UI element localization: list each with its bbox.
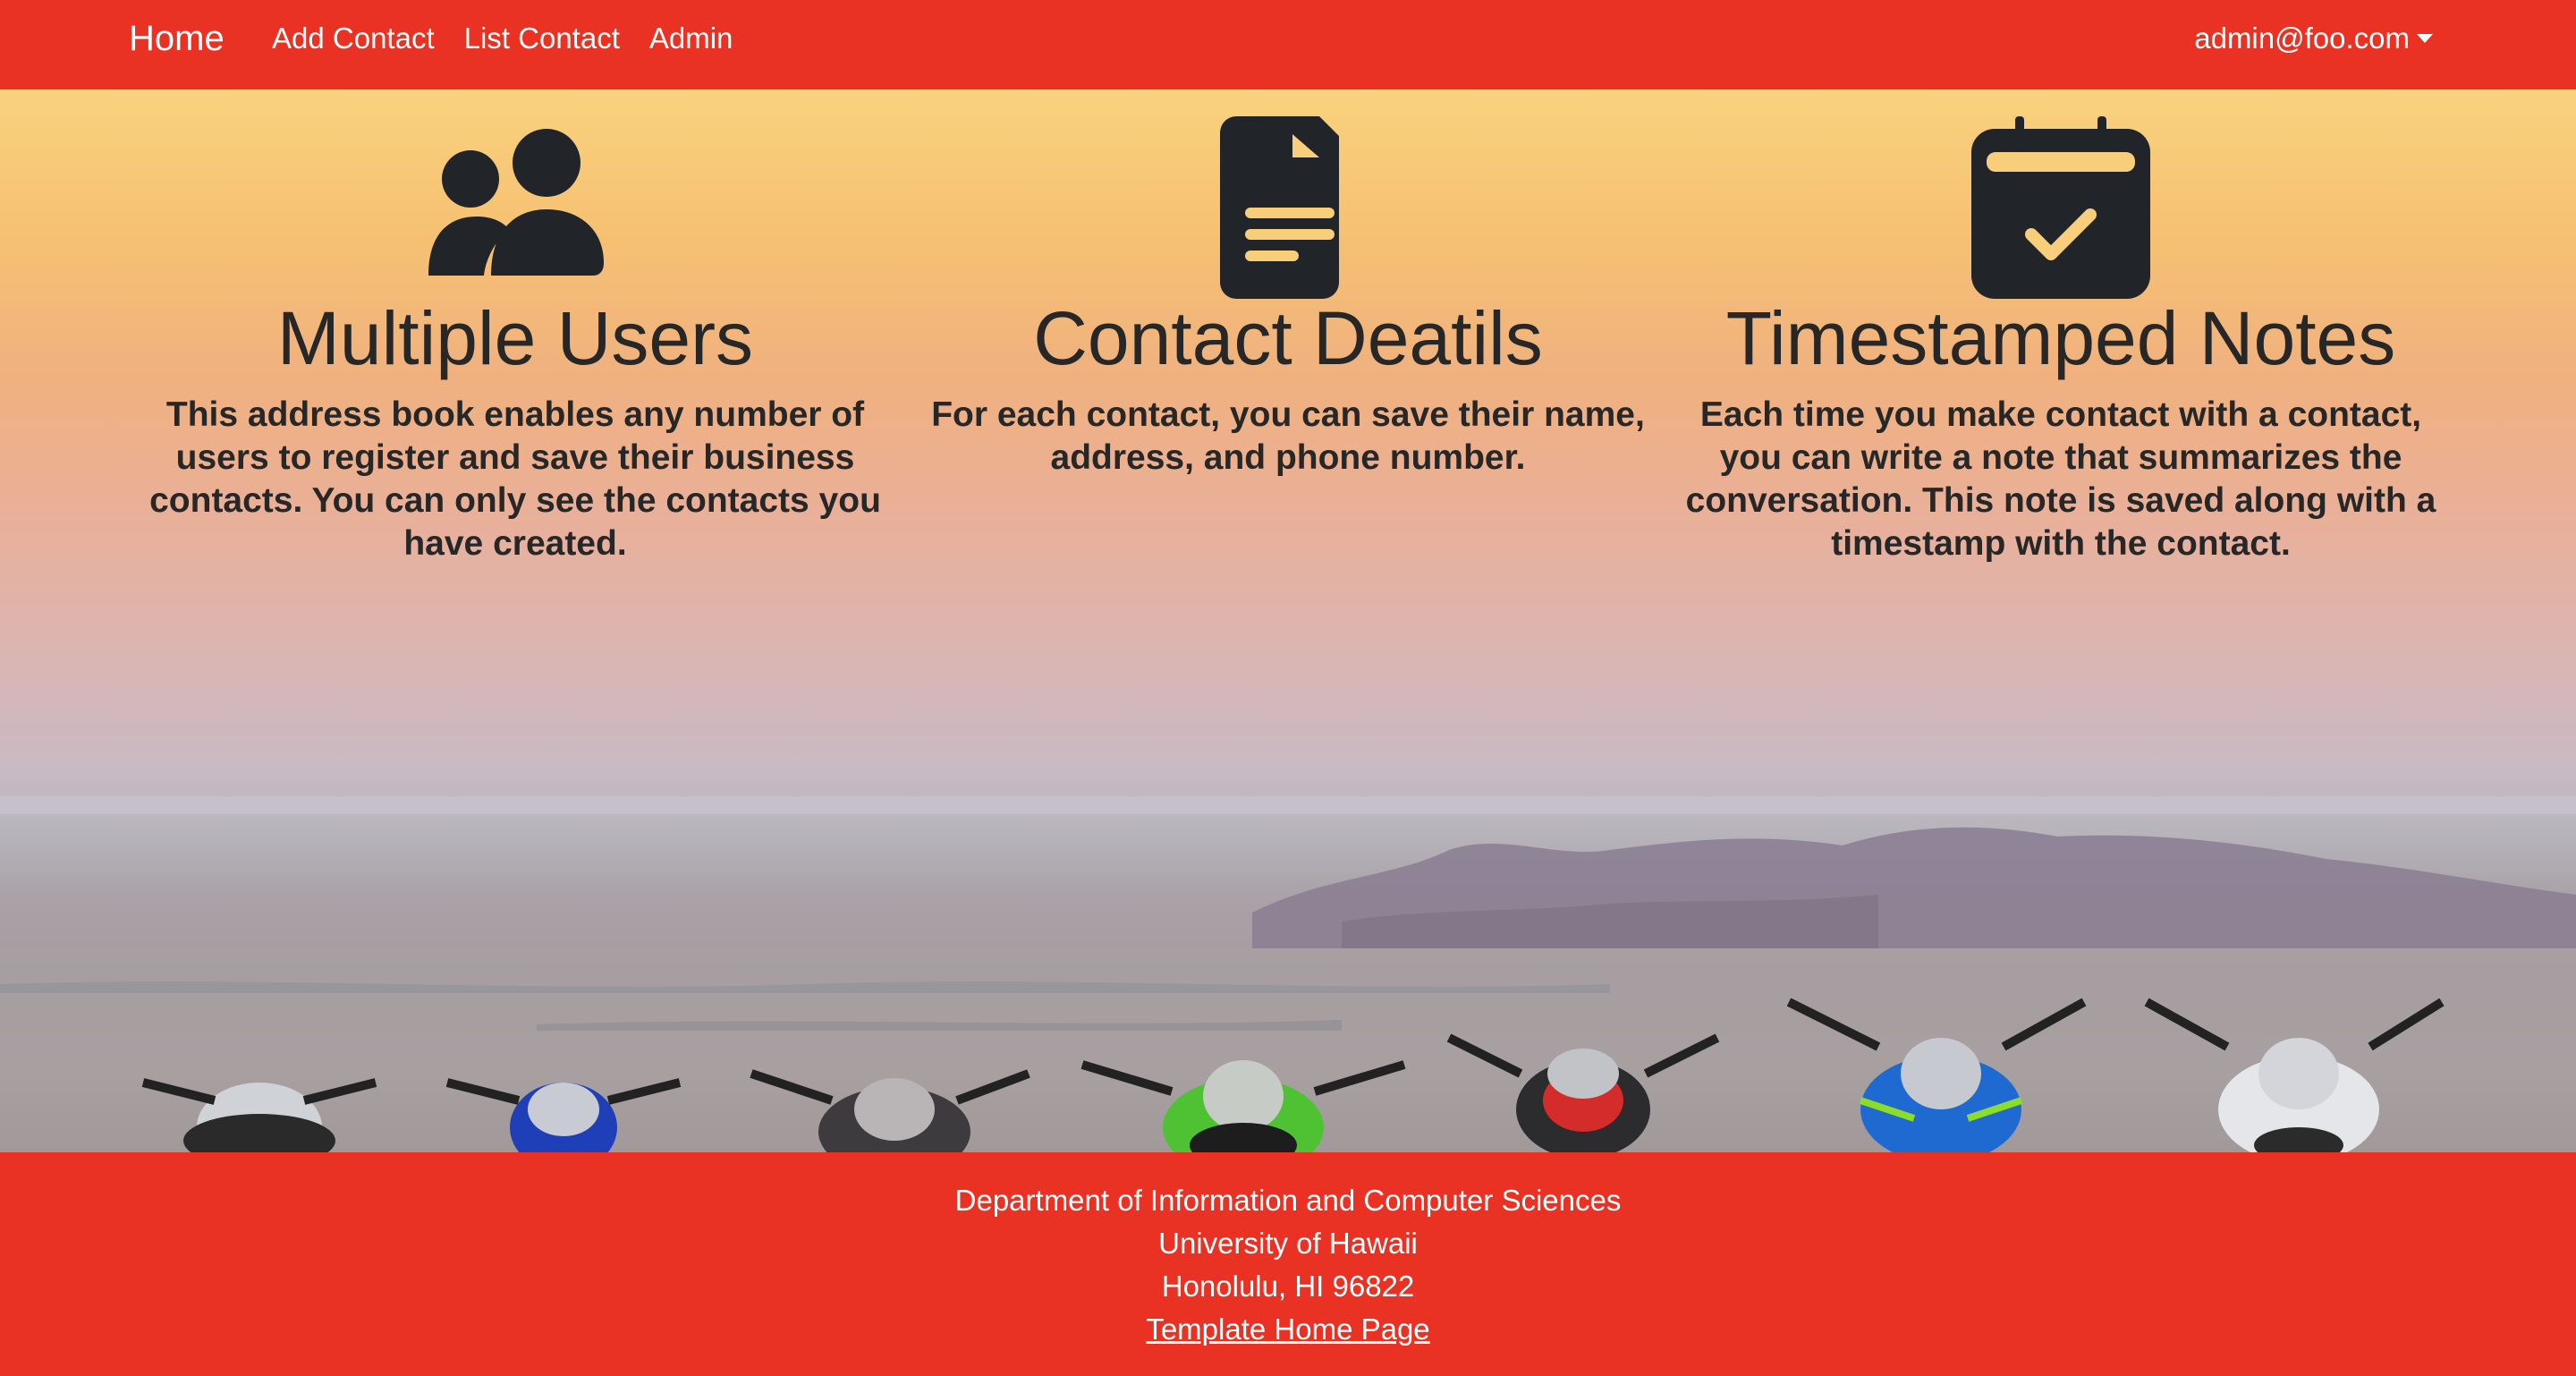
nav-admin-link[interactable]: Admin <box>649 18 733 59</box>
feature-description: Each time you make contact with a contac… <box>1685 395 2436 563</box>
page-footer: Department of Information and Computer S… <box>0 1152 2576 1376</box>
brand-home-link[interactable]: Home <box>129 16 225 61</box>
feature-multiple-users: Multiple Users This address book enables… <box>129 89 902 590</box>
nav-list-contact-link[interactable]: List Contact <box>464 18 620 59</box>
footer-university: University of Hawaii <box>1158 1227 1418 1260</box>
template-home-link[interactable]: Template Home Page <box>1146 1312 1429 1346</box>
top-navbar: Home Add Contact List Contact Admin admi… <box>0 0 2576 89</box>
calendar-check-icon <box>1674 116 2447 301</box>
footer-department: Department of Information and Computer S… <box>954 1184 1622 1217</box>
feature-contact-details: Contact Deatils For each contact, you ca… <box>902 89 1674 590</box>
feature-title: Timestamped Notes <box>1725 296 2396 380</box>
footer-address: Department of Information and Computer S… <box>0 1179 2576 1351</box>
nav-links: Add Contact List Contact Admin <box>272 18 762 59</box>
feature-title: Multiple Users <box>276 296 754 380</box>
feature-description: This address book enables any number of … <box>149 395 881 563</box>
features-row: Multiple Users This address book enables… <box>129 89 2447 590</box>
caret-down-icon <box>2417 34 2433 43</box>
users-icon <box>129 116 902 301</box>
footer-city: Honolulu, HI 96822 <box>1161 1270 1415 1303</box>
file-text-icon <box>902 116 1674 301</box>
feature-timestamped-notes: Timestamped Notes Each time you make con… <box>1674 89 2447 590</box>
feature-title: Contact Deatils <box>1033 296 1543 380</box>
user-email: admin@foo.com <box>2194 21 2410 55</box>
user-dropdown-toggle[interactable]: admin@foo.com <box>2194 18 2433 59</box>
nav-add-contact-link[interactable]: Add Contact <box>272 18 435 59</box>
feature-description: For each contact, you can save their nam… <box>931 395 1645 477</box>
landing-hero: Multiple Users This address book enables… <box>0 89 2576 1152</box>
